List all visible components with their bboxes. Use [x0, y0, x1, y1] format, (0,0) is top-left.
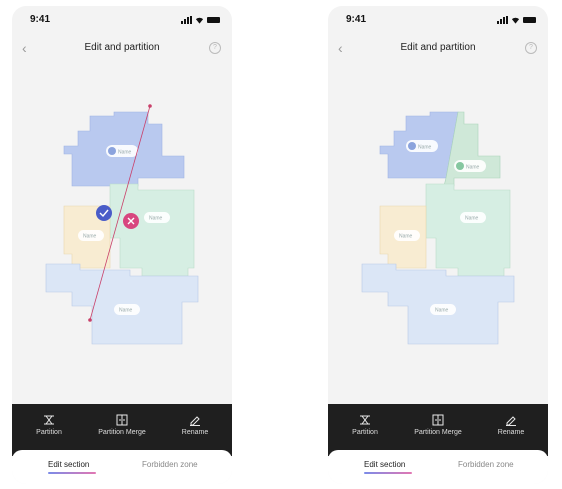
partition-icon [44, 415, 54, 425]
tool-label: Rename [497, 429, 525, 436]
room-middle-right[interactable] [425, 183, 511, 277]
room-label-text: Name [149, 216, 163, 222]
tool-label: Partition [36, 429, 62, 436]
map-canvas[interactable]: Name Name Name Name Name [328, 6, 548, 406]
tool-label: Partition Merge [98, 429, 146, 436]
tab-edit-section[interactable]: Edit section [364, 460, 405, 469]
room-label-text: Name [435, 308, 449, 314]
room-label-text: Name [465, 216, 479, 222]
room-label-middle-left[interactable]: Name [394, 230, 420, 241]
partition-merge-button[interactable]: Partition Merge [87, 414, 157, 436]
room-label-text: Name [118, 150, 132, 156]
active-tab-indicator [364, 472, 412, 474]
pencil-icon [190, 416, 200, 426]
toolbar: Partition Partition Merge Rename [328, 404, 548, 456]
tab-forbidden-zone[interactable]: Forbidden zone [142, 460, 198, 469]
room-label-text: Name [119, 308, 133, 314]
room-label-top-right[interactable]: Name [454, 160, 486, 172]
room-label-bottom[interactable]: Name [430, 304, 456, 315]
partition-button[interactable]: Partition [330, 414, 400, 436]
room-middle-right[interactable] [109, 183, 195, 277]
merge-icon [432, 414, 444, 426]
rename-button[interactable]: Rename [160, 414, 230, 436]
room-label-middle-right[interactable]: Name [144, 212, 170, 223]
tool-label: Rename [181, 429, 209, 436]
bottom-tabs: Edit section Forbidden zone [328, 450, 548, 484]
confirm-button[interactable] [96, 205, 112, 221]
map-canvas[interactable]: Name Name Name Name [12, 6, 232, 406]
room-label-top[interactable]: Name [106, 145, 138, 157]
room-label-text: Name [418, 145, 432, 151]
room-label-middle-right[interactable]: Name [460, 212, 486, 223]
partition-line-handle-end[interactable] [88, 318, 92, 322]
tab-forbidden-zone[interactable]: Forbidden zone [458, 460, 514, 469]
pencil-icon [506, 416, 516, 426]
merge-icon [116, 414, 128, 426]
room-label-text: Name [399, 234, 413, 240]
partition-button[interactable]: Partition [14, 414, 84, 436]
room-label-bottom[interactable]: Name [114, 304, 140, 315]
tool-label: Partition [352, 429, 378, 436]
cancel-button[interactable] [123, 213, 139, 229]
room-label-middle-left[interactable]: Name [78, 230, 104, 241]
partition-line-handle-start[interactable] [148, 104, 152, 108]
phone-screen-right: 9:41 ‹ Edit and partition ? Name Name Na… [328, 6, 548, 484]
tool-label: Partition Merge [414, 429, 462, 436]
tab-edit-section[interactable]: Edit section [48, 460, 89, 469]
toolbar: Partition Partition Merge Rename [12, 404, 232, 456]
partition-merge-button[interactable]: Partition Merge [403, 414, 473, 436]
rename-button[interactable]: Rename [476, 414, 546, 436]
bottom-tabs: Edit section Forbidden zone [12, 450, 232, 484]
room-label-text: Name [466, 165, 480, 171]
room-label-text: Name [83, 234, 97, 240]
active-tab-indicator [48, 472, 96, 474]
room-label-top[interactable]: Name [406, 140, 438, 152]
phone-screen-left: 9:41 ‹ Edit and partition ? Name Name Na [12, 6, 232, 484]
partition-icon [360, 415, 370, 425]
